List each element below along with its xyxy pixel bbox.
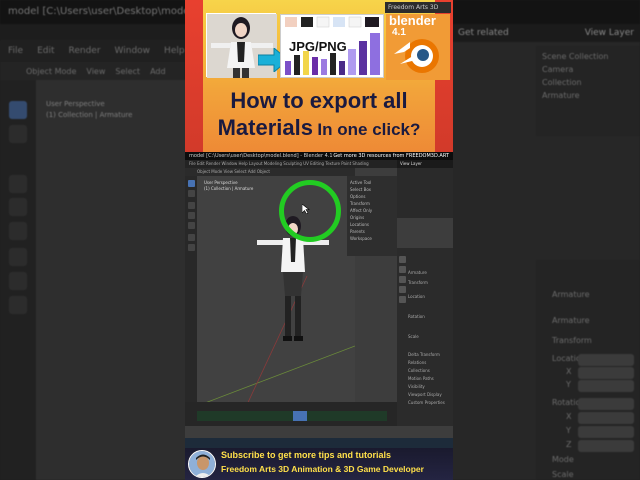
bg-prop-label: X — [566, 367, 572, 376]
format-label: JPG/PNG — [289, 39, 347, 54]
bg-menu-edit[interactable]: Edit — [37, 46, 54, 56]
mini-prop-label[interactable]: Relations — [408, 360, 426, 365]
mini-promo[interactable]: Get more 3D resources from FREEDOM3D.ART — [333, 152, 453, 160]
mini-prop-tab-icon[interactable] — [399, 276, 406, 283]
outliner-item[interactable]: Armature — [542, 89, 634, 102]
bg-prop-label: X — [566, 412, 572, 421]
mini-prop-label[interactable]: Custom Properties — [408, 400, 445, 405]
bg-prop-field[interactable] — [578, 367, 634, 379]
cursor-icon[interactable] — [9, 125, 27, 143]
bg-view-header: Object Mode View Select Add — [0, 62, 185, 80]
select-box-icon[interactable] — [9, 101, 27, 119]
mini-viewport-info: User Perspective (1) Collection | Armatu… — [204, 180, 254, 191]
mini-prop-label: Location — [408, 294, 425, 299]
headline-line1: How to export all — [230, 88, 408, 113]
bg-armature-name: Armature — [552, 316, 590, 325]
bg-prop-field[interactable] — [578, 412, 634, 424]
mini-view-header[interactable]: Object Mode View Select Add Object — [185, 168, 355, 176]
bg-mode-select[interactable]: Object Mode — [26, 67, 76, 76]
mini-select-icon[interactable] — [188, 180, 195, 187]
mini-prop-label: Rotation — [408, 314, 425, 319]
mini-move-icon[interactable] — [188, 202, 195, 209]
video-frame: model [C:\Users\user\Desktop\model.blend… — [0, 0, 640, 480]
bg-prop-field[interactable] — [578, 354, 634, 366]
mini-prop-label[interactable]: Transform — [408, 280, 428, 285]
add-cube-icon[interactable] — [9, 296, 27, 314]
bg-menu-window[interactable]: Window — [115, 46, 151, 56]
move-icon[interactable] — [9, 175, 27, 193]
subscribe-text: Subscribe to get more tips and tutorials — [221, 450, 392, 460]
mini-prop-label[interactable]: Motion Paths — [408, 376, 434, 381]
bg-prop-label: Scale — [552, 470, 574, 479]
outliner-item[interactable]: Camera — [542, 63, 634, 76]
headline-materials: Materials — [217, 115, 313, 140]
mini-prop-label[interactable]: Collections — [408, 368, 430, 373]
bg-prop-field[interactable] — [578, 426, 634, 438]
mini-view-layer[interactable]: View Layer — [397, 160, 453, 168]
mini-scale-icon[interactable] — [188, 222, 195, 229]
bg-menu-help[interactable]: Help — [164, 46, 185, 56]
mini-prop-label: Armature — [408, 270, 427, 275]
bg-prop-field[interactable] — [578, 398, 634, 410]
bg-object-name: Armature — [552, 290, 590, 299]
bg-menu-render[interactable]: Render — [69, 46, 101, 56]
blender-wordmark: blender — [389, 13, 436, 28]
measure-icon[interactable] — [9, 272, 27, 290]
mini-prop-label[interactable]: Delta Transform — [408, 352, 440, 357]
keyframe-strip — [197, 411, 387, 421]
mini-rotate-icon[interactable] — [188, 212, 195, 219]
bg-menu-file[interactable]: File — [8, 46, 23, 56]
bg-select-menu[interactable]: Select — [115, 67, 140, 76]
mini-prop-label[interactable]: Viewport Display — [408, 392, 442, 397]
mini-prop-label[interactable]: Visibility — [408, 384, 425, 389]
rotate-icon[interactable] — [9, 198, 27, 216]
annotate-icon[interactable] — [9, 248, 27, 266]
bg-prop-label: Z — [566, 440, 572, 449]
windows-taskbar — [185, 438, 453, 448]
bg-prop-label: Y — [566, 426, 571, 435]
mini-measure-icon[interactable] — [188, 244, 195, 251]
mini-prop-tab-icon[interactable] — [399, 266, 406, 273]
bg-prop-field[interactable] — [578, 440, 634, 452]
mini-prop-tab-icon[interactable] — [399, 286, 406, 293]
mini-cursor-icon[interactable] — [188, 190, 195, 197]
bg-viewport-info: User Perspective (1) Collection | Armatu… — [46, 100, 133, 119]
outliner-item[interactable]: Collection — [542, 76, 634, 89]
bg-view-menu[interactable]: View — [86, 67, 105, 76]
mini-prop-tab-icon[interactable] — [399, 256, 406, 263]
channel-tag: Freedom Arts 3D — [385, 2, 451, 13]
bg-viewport[interactable] — [36, 80, 186, 480]
headline-line2: Materials In one click? — [185, 115, 453, 141]
outliner-item[interactable]: Scene Collection — [542, 50, 634, 63]
blender-version: 4.1 — [392, 27, 406, 38]
avatar — [188, 450, 216, 478]
mini-annotate-icon[interactable] — [188, 234, 195, 241]
mini-prop-tab-icon[interactable] — [399, 296, 406, 303]
bg-add-menu[interactable]: Add — [150, 67, 166, 76]
bg-right-header: Get related View Layer — [452, 24, 640, 42]
channel-description: Freedom Arts 3D Animation & 3D Game Deve… — [221, 464, 424, 474]
bg-prop-label: Mode — [552, 455, 574, 464]
mouse-cursor-icon — [302, 204, 310, 214]
mini-title-bar: model [C:\Users\user\Desktop\model.blend… — [185, 152, 453, 160]
bg-outliner: Scene Collection Camera Collection Armat… — [536, 46, 640, 136]
headline-one-click: In one click? — [317, 120, 421, 139]
mini-sidebar: Active Tool Select Box Options Transform… — [347, 176, 397, 256]
bg-transform-panel[interactable]: Transform — [552, 336, 592, 345]
bg-prop-field[interactable] — [578, 380, 634, 392]
highlight-ring — [279, 180, 341, 242]
bg-prop-label: Y — [566, 380, 571, 389]
mini-prop-label: Scale — [408, 334, 419, 339]
scale-icon[interactable] — [9, 222, 27, 240]
mini-outliner[interactable] — [397, 168, 453, 218]
